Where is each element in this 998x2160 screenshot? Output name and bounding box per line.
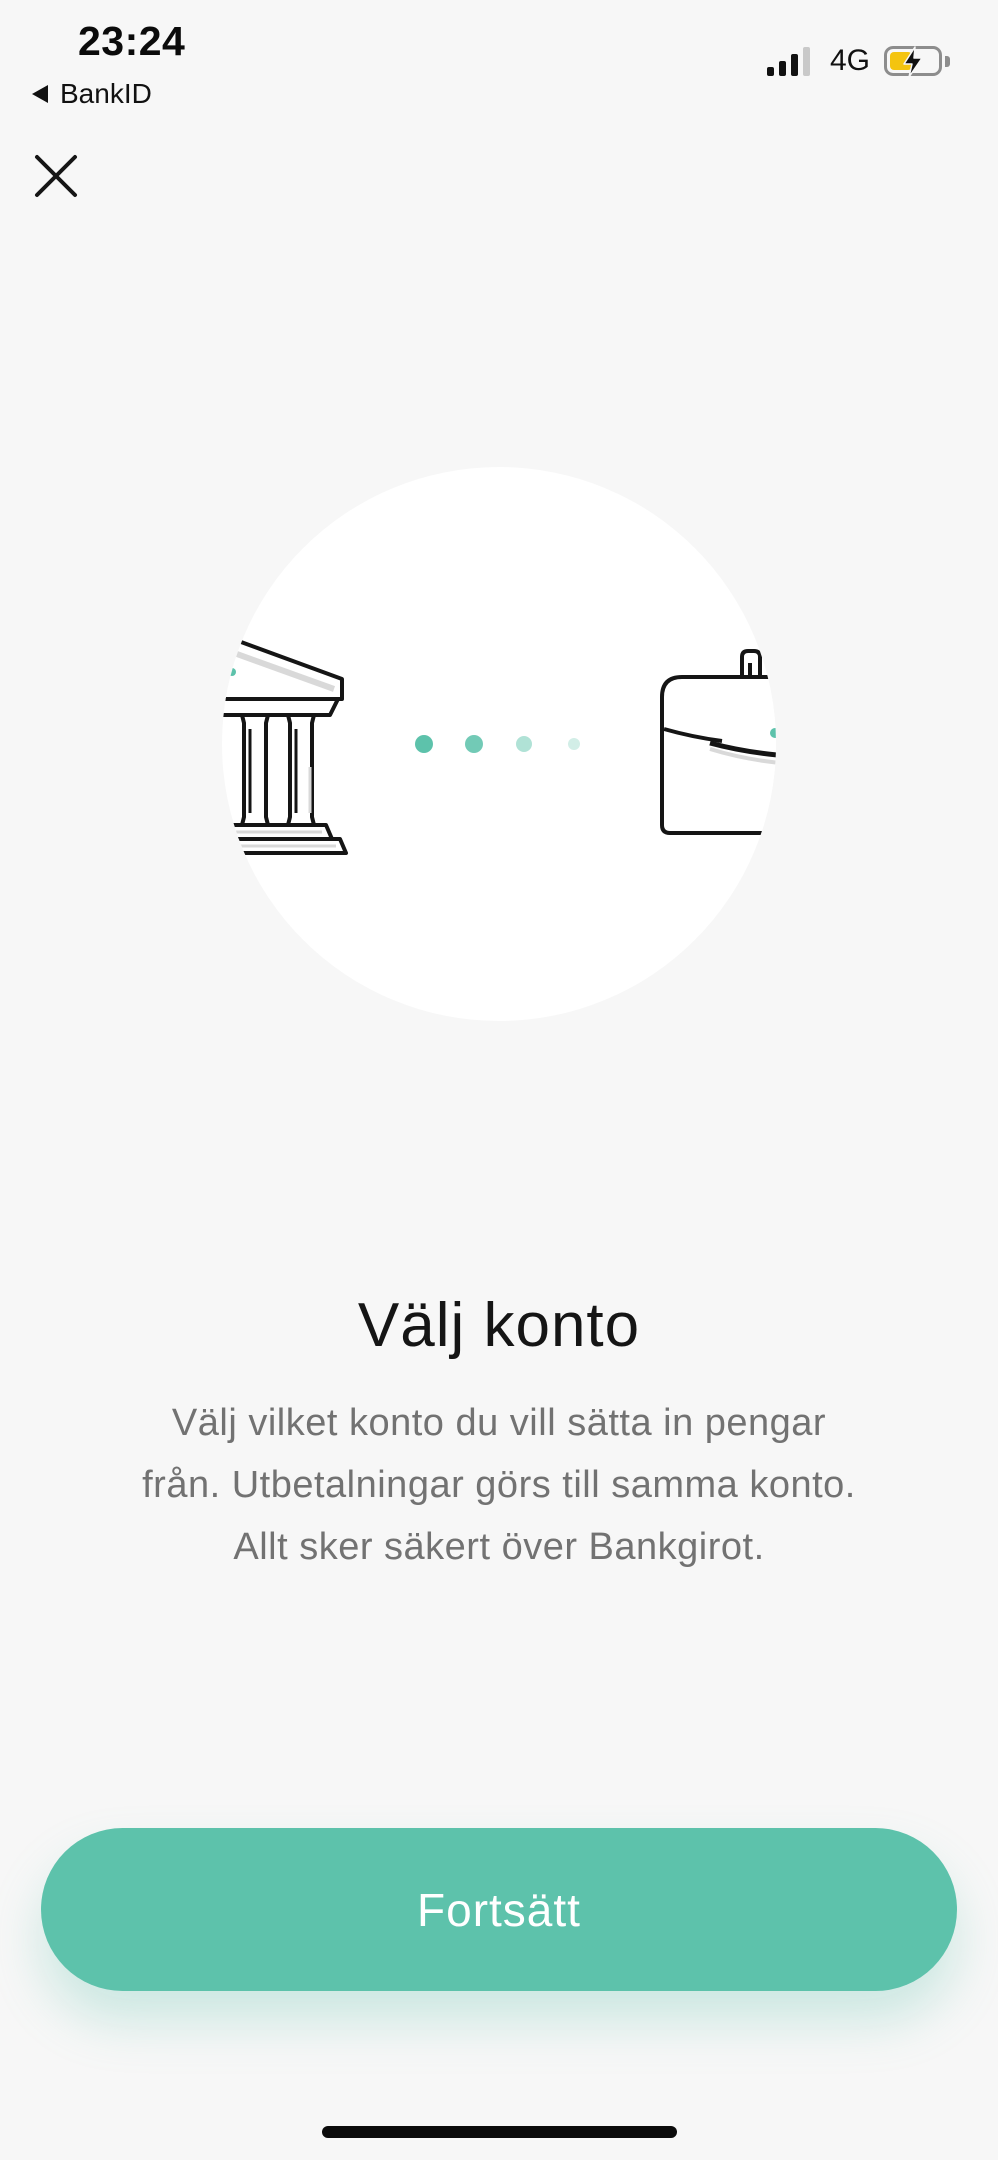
battery-cap: [945, 55, 950, 67]
close-button[interactable]: [34, 154, 78, 198]
network-type: 4G: [829, 44, 870, 77]
page-title: Välj konto: [357, 1291, 641, 1360]
description-line: från. Utbetalningar görs till samma kont…: [142, 1464, 856, 1506]
back-triangle-icon: [32, 85, 48, 103]
description-line: Allt sker säkert över Bankgirot.: [233, 1526, 765, 1568]
back-to-app-link[interactable]: BankID: [32, 78, 152, 110]
bank-icon: [222, 632, 348, 855]
battery-icon: [884, 46, 942, 78]
dots-progress-icon: [415, 735, 580, 753]
status-indicators: 4G: [766, 44, 950, 78]
back-app-label: BankID: [60, 78, 152, 109]
status-time: 23:24: [78, 18, 186, 64]
close-icon: [35, 155, 77, 197]
description: Välj vilket konto du vill sätta in penga…: [60, 1392, 938, 1578]
continue-button[interactable]: Fortsätt: [41, 1828, 957, 1991]
description-line: Välj vilket konto du vill sätta in penga…: [171, 1402, 827, 1444]
home-indicator[interactable]: [322, 2126, 677, 2138]
briefcase-icon: [660, 649, 776, 835]
illustration-circle: [222, 467, 776, 1021]
cellular-signal-icon: [766, 46, 810, 76]
